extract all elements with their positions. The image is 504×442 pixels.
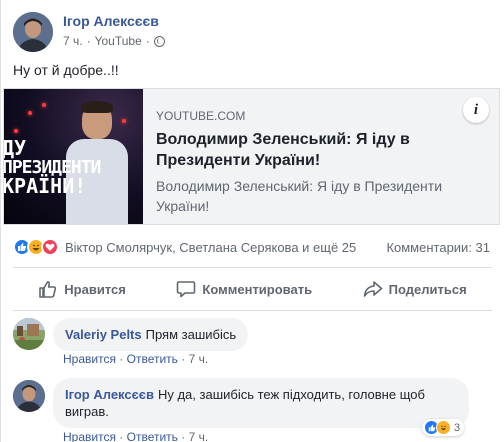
haha-icon (436, 420, 451, 435)
reaction-names[interactable]: Віктор Смолярчук, Светлана Серякова и ещ… (65, 240, 356, 255)
comment-time[interactable]: 7 ч. (189, 352, 209, 366)
link-description: Володимир Зеленський: Я іду в Президенти… (156, 178, 443, 214)
love-icon (41, 238, 59, 256)
comment-like-link[interactable]: Нравится (63, 352, 116, 366)
link-domain: YOUTUBE.COM (156, 109, 246, 123)
thumbnail-line-1: ДУ (4, 136, 27, 160)
thumbnail-caption: ДУ ПРЕЗИДЕНТИ КРАЇНИ! (4, 136, 101, 198)
comment-button[interactable]: Комментировать (176, 280, 312, 298)
link-preview-body: YOUTUBE.COM Володимир Зеленський: Я іду … (156, 109, 476, 216)
comment-author[interactable]: Ігор Алексєєв (65, 387, 154, 402)
divider (13, 310, 492, 311)
comment-reply-link[interactable]: Ответить (127, 430, 178, 442)
share-button[interactable]: Поделиться (363, 280, 467, 298)
author-avatar[interactable] (13, 12, 53, 52)
post-meta: 7 ч. · YouTube · (63, 34, 165, 48)
comment-reaction-badge[interactable]: 3 (422, 419, 465, 436)
video-thumbnail[interactable]: ДУ ПРЕЗИДЕНТИ КРАЇНИ! (4, 89, 143, 224)
post-actions: Нравится Комментировать Поделиться (13, 272, 492, 306)
like-button[interactable]: Нравится (38, 280, 126, 298)
comment-like-link[interactable]: Нравится (63, 430, 116, 442)
like-button-label: Нравится (64, 281, 126, 297)
comment-reaction-count: 3 (454, 421, 461, 434)
thumbs-up-icon (39, 281, 57, 298)
thumbnail-line-3: КРАЇНИ! (4, 174, 87, 198)
share-button-label: Поделиться (388, 281, 467, 297)
divider (13, 267, 492, 268)
comment-author[interactable]: Valeriy Pelts (65, 327, 142, 342)
post-author-name[interactable]: Ігор Алексєєв (63, 13, 159, 29)
comment-meta: Нравится · Ответить · 7 ч. (63, 430, 209, 442)
commenter-avatar[interactable] (13, 318, 45, 350)
globe-icon[interactable] (153, 35, 165, 47)
comment-icon (177, 281, 196, 298)
facebook-post: Ігор Алексєєв 7 ч. · YouTube · Ну от й д… (0, 0, 504, 442)
comment-bubble: Ігор Алексєєв Ну да, зашибісь теж підходи… (53, 378, 469, 428)
comment-bubble: Valeriy Pelts Прям зашибісь (53, 318, 249, 351)
comment-button-label: Комментировать (202, 281, 313, 297)
comment-time[interactable]: 7 ч. (189, 430, 209, 442)
link-preview-card[interactable]: ДУ ПРЕЗИДЕНТИ КРАЇНИ! YOUTUBE.COM Володи… (3, 88, 500, 225)
commenter-avatar[interactable] (13, 380, 45, 412)
comment-meta: Нравится · Ответить · 7 ч. (63, 352, 209, 366)
info-icon[interactable]: i (463, 97, 489, 123)
post-source[interactable]: YouTube (95, 34, 142, 48)
link-title[interactable]: Володимир Зеленський: Я іду в Президенти… (156, 129, 476, 171)
comment-text: Прям зашибісь (145, 327, 237, 342)
comments-count[interactable]: Комментарии: 31 (386, 240, 490, 255)
post-text: Ну от й добре..!! (13, 62, 119, 78)
post-time[interactable]: 7 ч. (63, 34, 83, 48)
comment-reply-link[interactable]: Ответить (127, 352, 178, 366)
share-icon (363, 281, 382, 297)
reactions-summary[interactable]: Віктор Смолярчук, Светлана Серякова и ещ… (13, 238, 356, 256)
